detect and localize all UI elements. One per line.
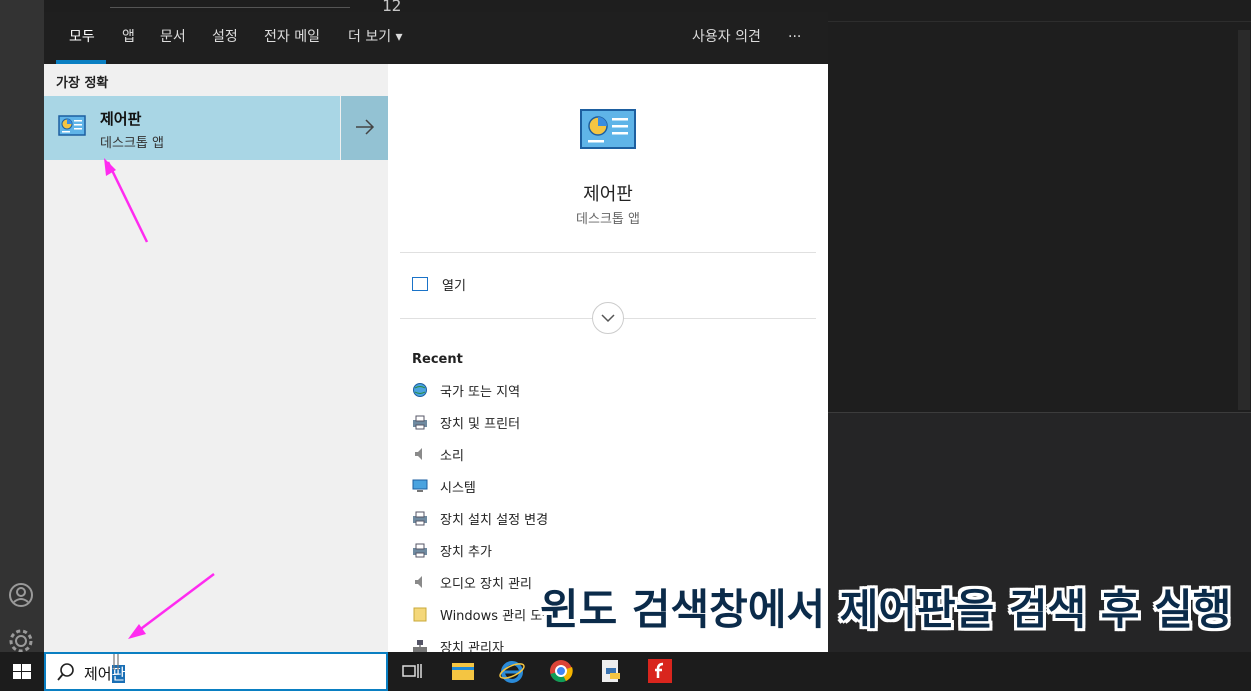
subtitle-caption: 윈도 검색창에서 제어판을 검색 후 실행 — [540, 585, 1232, 634]
annotation-arrow-up — [104, 158, 149, 243]
annotation-arrow-down — [128, 573, 215, 639]
text-cursor-icon — [113, 654, 119, 670]
